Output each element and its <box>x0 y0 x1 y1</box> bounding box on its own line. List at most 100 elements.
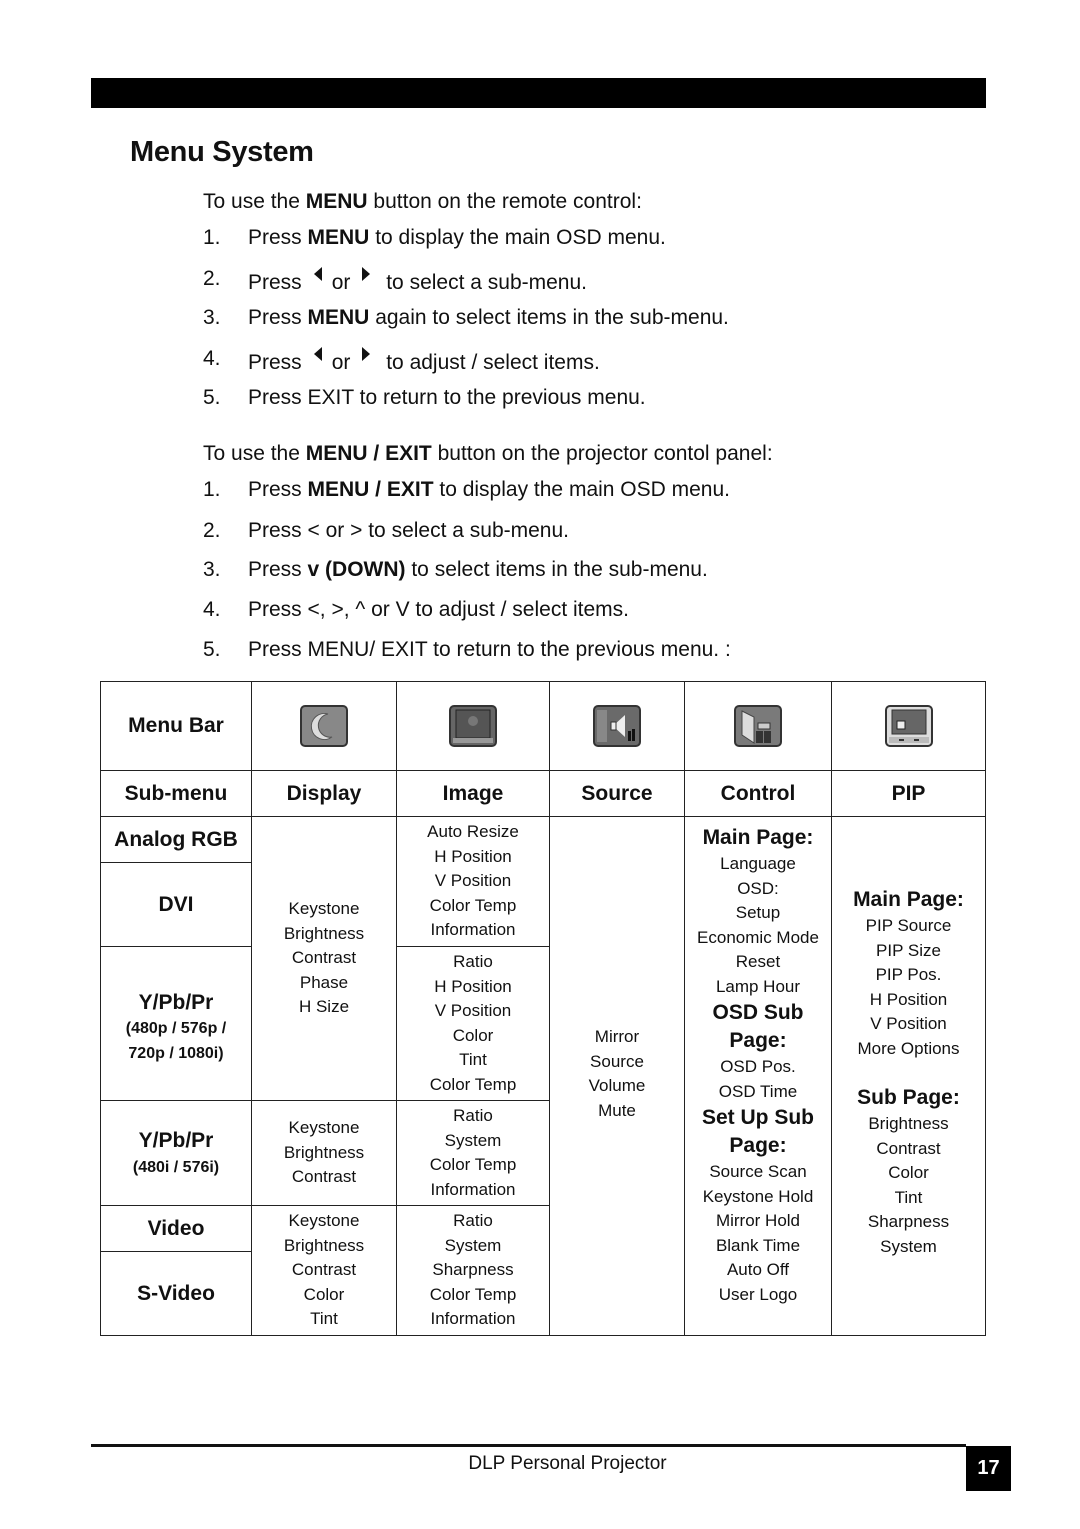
item-list: Brightness Contrast Color Tint Sharpness Syst… <box>868 1112 949 1259</box>
step-text: Press <box>248 271 302 294</box>
submenu-name: Control <box>720 781 796 805</box>
control-icon <box>734 705 782 747</box>
left-triangle-icon <box>313 267 322 281</box>
menu-item: OSD Pos. <box>720 1057 796 1076</box>
step-bold: MENU / EXIT <box>307 478 434 501</box>
step-text: Press MENU/ EXIT to return to the previo… <box>248 638 731 661</box>
menu-item: Source Scan <box>709 1162 807 1181</box>
menu-bar-label-cell: Menu Bar <box>100 681 252 771</box>
item-list: Source Scan Keystone Hold Mirror Hold Blank… <box>703 1160 814 1307</box>
item-list: Keystone Brightness Contrast Phase H Size <box>284 897 364 1020</box>
menu-item: Keystone <box>288 1118 360 1138</box>
menu-icon-cell <box>684 681 832 771</box>
menu-item: Contrast <box>876 1138 941 1158</box>
image-icon <box>449 705 497 747</box>
control-osd-heading: Page: <box>729 1029 787 1052</box>
step-text: to select items in the sub-menu. <box>405 558 708 581</box>
step-text: to select a sub-menu. <box>386 271 587 294</box>
intro-text: button on the remote control: <box>367 190 642 213</box>
menu-item: Sharpness <box>867 1212 950 1231</box>
control-osd-heading: OSD Sub <box>712 1001 804 1024</box>
menu-item: Mirror Hold <box>715 1211 801 1230</box>
item-list: Mirror Source Volume Mute <box>589 1025 646 1123</box>
source-dvi: DVI <box>100 862 252 947</box>
source-icon <box>593 705 641 747</box>
step-number: 1. <box>203 226 221 249</box>
step-text: Press <box>248 351 302 374</box>
step-number: 5. <box>203 386 221 409</box>
menu-item: Color Temp <box>429 1284 517 1304</box>
source-note: (480i / 576i) <box>132 1158 220 1176</box>
menu-item: OSD: <box>737 878 779 898</box>
step-number: 1. <box>203 478 221 501</box>
menu-item: Economic Mode <box>697 927 819 947</box>
item-list: Ratio H Position V Position Color Tint Color … <box>430 950 517 1097</box>
menu-item: Color <box>452 1025 494 1045</box>
step-number: 4. <box>203 598 221 621</box>
step-text: or <box>331 351 351 374</box>
menu-item: Tint <box>894 1187 923 1207</box>
source-ypbpr-progressive: Y/Pb/Pr (480p / 576p / 720p / 1080i) <box>100 946 252 1101</box>
menu-item: System <box>880 1236 937 1256</box>
menu-item: User Logo <box>718 1284 798 1304</box>
intro-text: button on the projector contol panel: <box>431 442 773 465</box>
source-svideo: S-Video <box>100 1251 252 1336</box>
submenu-display: Display <box>251 770 397 817</box>
pip-items: Main Page: PIP Source PIP Size PIP Pos. H P… <box>831 816 986 1336</box>
menu-item: System <box>444 1130 502 1150</box>
source-note: 720p / 1080i) <box>128 1044 224 1062</box>
source-video: Video <box>100 1205 252 1252</box>
menu-item: V Position <box>434 871 512 891</box>
footer-title: DLP Personal Projector <box>468 1453 667 1474</box>
menu-item: Color <box>303 1284 345 1304</box>
step-text: or <box>331 271 351 294</box>
intro-text: To use the <box>203 442 306 465</box>
menu-item: Ratio <box>453 952 493 971</box>
step-number: 3. <box>203 558 221 581</box>
image-items-ypbpr-p: Ratio H Position V Position Color Tint Color … <box>396 946 550 1101</box>
item-list: PIP Source PIP Size PIP Pos. H Position V Po… <box>857 914 959 1061</box>
page-number: 17 <box>966 1446 1011 1491</box>
intro-bold: MENU <box>305 190 368 213</box>
menu-item: Brightness <box>283 1235 365 1255</box>
footer-rule <box>91 1444 966 1447</box>
step-number: 3. <box>203 306 221 329</box>
menu-item: Color Temp <box>429 895 517 915</box>
image-items-video: Ratio System Sharpness Color Temp Informatio… <box>396 1205 550 1336</box>
left-triangle-icon <box>313 347 322 361</box>
menu-icon-cell <box>251 681 397 771</box>
menu-item: Contrast <box>291 948 357 968</box>
menu-item: Setup <box>735 903 781 922</box>
menu-item: PIP Size <box>876 940 941 960</box>
menu-item: Phase <box>299 972 349 992</box>
submenu-label-cell: Sub-menu <box>100 770 252 817</box>
menu-item: Keystone <box>288 899 360 919</box>
source-label: Video <box>147 1216 205 1240</box>
menu-item: Information <box>430 1179 516 1199</box>
menu-item: Auto Resize <box>427 822 519 842</box>
menu-item: Mute <box>598 1100 636 1120</box>
menu-item: Contrast <box>291 1260 357 1280</box>
menu-item: Brightness <box>283 1142 365 1162</box>
menu-item: System <box>444 1235 502 1255</box>
submenu-image: Image <box>396 770 550 817</box>
menu-item: PIP Pos. <box>875 965 942 984</box>
right-triangle-icon <box>362 347 371 361</box>
control-setup-heading: Set Up Sub <box>701 1106 814 1129</box>
display-items-rgb: Keystone Brightness Contrast Phase H Size <box>251 816 397 1101</box>
item-list: OSD Pos. OSD Time <box>719 1055 797 1104</box>
step-number: 2. <box>203 519 221 542</box>
menu-bar-label: Menu Bar <box>128 714 224 737</box>
source-label: Y/Pb/Pr <box>138 1128 214 1152</box>
menu-item: V Position <box>870 1014 947 1033</box>
menu-item: Color <box>888 1163 929 1182</box>
step-number: 4. <box>203 347 221 370</box>
menu-item: H Size <box>298 997 350 1017</box>
item-list: Keystone Brightness Contrast <box>284 1116 364 1190</box>
right-triangle-icon <box>362 267 371 281</box>
menu-item: Auto Off <box>726 1260 790 1279</box>
control-items: Main Page: Language OSD: Setup Economic Mod… <box>684 816 832 1336</box>
control-setup-heading: Page: <box>729 1134 787 1157</box>
source-label: DVI <box>158 892 194 916</box>
menu-item: Keystone Hold <box>702 1186 814 1206</box>
